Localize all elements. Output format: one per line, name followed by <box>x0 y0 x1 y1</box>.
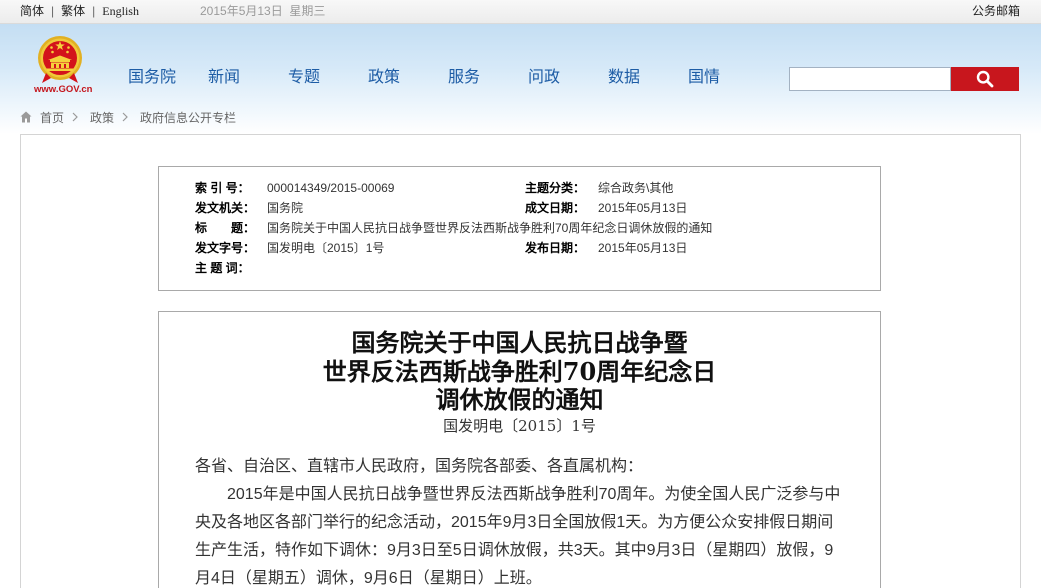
doc-no-label: 发文字号： <box>195 241 256 255</box>
title-value: 国务院关于中国人民抗日战争暨世界反法西斯战争胜利70周年纪念日调休放假的通知 <box>267 221 713 235</box>
site-logo[interactable]: www.GOV.cn <box>34 35 93 97</box>
article-title-line: 国务院关于中国人民抗日战争暨 <box>351 328 688 357</box>
search-input[interactable] <box>789 67 951 91</box>
separator: | <box>92 4 96 18</box>
title-label: 标 题： <box>195 221 256 235</box>
written-date-label: 成文日期： <box>525 201 586 215</box>
logo-text: www.GOV.cn <box>34 84 93 95</box>
article-body: 国务院关于中国人民抗日战争暨 世界反法西斯战争胜利70周年纪念日 调休放假的通知… <box>158 311 881 588</box>
language-switcher: 简体 | 繁体 | English <box>20 0 139 23</box>
page: 简体 | 繁体 | English 2015年5月13日 星期三 公务邮箱 ww… <box>0 0 1041 588</box>
nav-item-state-council[interactable]: 国务院 <box>128 68 208 88</box>
nav-item-inquiry[interactable]: 问政 <box>528 68 608 88</box>
written-date-value: 2015年05月13日 <box>598 201 688 215</box>
nav-item-policy[interactable]: 政策 <box>368 68 448 88</box>
article-text: 各省、自治区、直辖市人民政府，国务院各部委、各直属机构： 2015年是中国人民抗… <box>195 453 845 588</box>
search-button[interactable] <box>951 67 1019 91</box>
info-row: 索 引 号： 000014349/2015-00069 主题分类： 综合政务\其… <box>159 178 880 198</box>
breadcrumb: 首页 政策 政府信息公开专栏 <box>20 108 236 126</box>
issuer-value: 国务院 <box>267 201 304 215</box>
breadcrumb-home[interactable]: 首页 <box>40 109 64 126</box>
info-row: 发文字号： 国发明电〔2015〕1号 发布日期： 2015年05月13日 <box>159 238 880 258</box>
separator: | <box>51 4 55 18</box>
article-title: 国务院关于中国人民抗日战争暨 世界反法西斯战争胜利70周年纪念日 调休放假的通知 <box>159 328 880 415</box>
nav-item-services[interactable]: 服务 <box>448 68 528 88</box>
nav-item-news[interactable]: 新闻 <box>208 68 288 88</box>
lang-english-link[interactable]: English <box>102 4 139 18</box>
doc-no-value: 国发明电〔2015〕1号 <box>267 241 385 255</box>
info-row: 主 题 词： <box>159 258 880 278</box>
breadcrumb-policy[interactable]: 政策 <box>90 109 114 126</box>
category-value: 综合政务\其他 <box>598 181 674 195</box>
document-info-table: 索 引 号： 000014349/2015-00069 主题分类： 综合政务\其… <box>158 166 881 291</box>
current-date: 2015年5月13日 星期三 <box>200 4 326 18</box>
top-bar: 简体 | 繁体 | English 2015年5月13日 星期三 公务邮箱 <box>0 0 1041 24</box>
publish-date-value: 2015年05月13日 <box>598 241 688 255</box>
keywords-label: 主 题 词： <box>195 261 250 275</box>
article-salutation: 各省、自治区、直辖市人民政府，国务院各部委、各直属机构： <box>195 458 644 475</box>
chevron-right-icon <box>72 112 78 122</box>
nav-item-topics[interactable]: 专题 <box>288 68 368 88</box>
index-no-label: 索 引 号： <box>195 181 250 195</box>
home-icon[interactable] <box>20 111 32 123</box>
chevron-right-icon <box>122 112 128 122</box>
content-panel: 索 引 号： 000014349/2015-00069 主题分类： 综合政务\其… <box>20 134 1021 588</box>
info-row: 标 题： 国务院关于中国人民抗日战争暨世界反法西斯战争胜利70周年纪念日调休放假… <box>159 218 880 238</box>
national-emblem-icon <box>38 36 82 83</box>
nav-item-national-info[interactable]: 国情 <box>688 68 768 88</box>
mailbox-link[interactable]: 公务邮箱 <box>972 0 1020 23</box>
lang-traditional-link[interactable]: 繁体 <box>61 4 85 18</box>
breadcrumb-gov-info-disclosure[interactable]: 政府信息公开专栏 <box>140 109 236 126</box>
site-header: www.GOV.cn 国务院 新闻 专题 政策 服务 问政 数据 国情 首页 政… <box>0 24 1041 134</box>
search-icon <box>976 70 994 88</box>
category-label: 主题分类： <box>525 181 586 195</box>
issuer-label: 发文机关： <box>195 201 256 215</box>
article-title-line: 世界反法西斯战争胜利70周年纪念日 <box>322 356 717 386</box>
article-paragraph: 2015年是中国人民抗日战争暨世界反法西斯战争胜利70周年。为使全国人民广泛参与… <box>195 486 841 587</box>
index-no-value: 000014349/2015-00069 <box>267 181 395 195</box>
main-nav: 国务院 新闻 专题 政策 服务 问政 数据 国情 <box>128 68 768 88</box>
article-doc-number: 国发明电〔2015〕1号 <box>443 417 596 435</box>
info-row: 发文机关： 国务院 成文日期： 2015年05月13日 <box>159 198 880 218</box>
article-title-line: 调休放假的通知 <box>435 385 604 414</box>
nav-item-data[interactable]: 数据 <box>608 68 688 88</box>
lang-simplified-link[interactable]: 简体 <box>20 4 44 18</box>
publish-date-label: 发布日期： <box>525 241 586 255</box>
